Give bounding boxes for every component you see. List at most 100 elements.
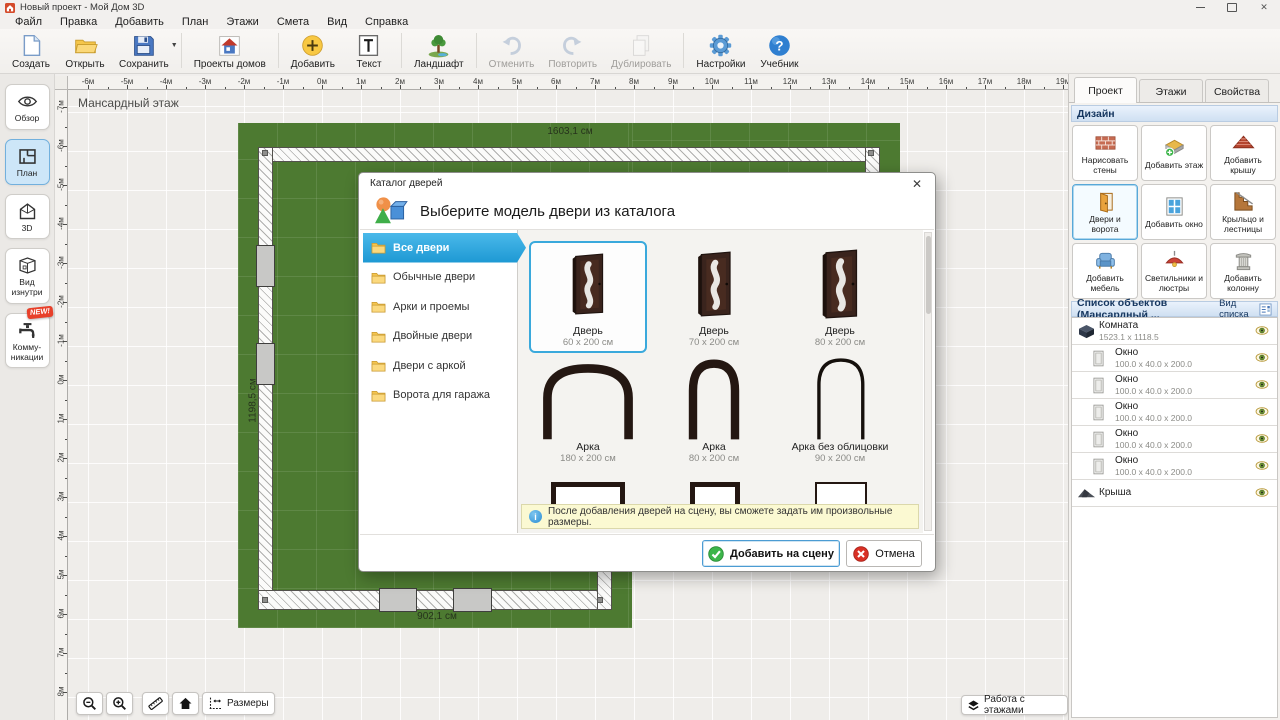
door-item-1[interactable]: Дверь60 x 200 см: [529, 241, 647, 353]
scrollbar-thumb[interactable]: [926, 236, 931, 314]
sidebar-item-plan[interactable]: План: [5, 139, 50, 185]
wall-corner-handle[interactable]: [262, 150, 268, 156]
close-button[interactable]: ✕: [1248, 0, 1280, 15]
window-object[interactable]: [256, 245, 275, 287]
category-double-doors[interactable]: Двойные двери: [363, 322, 523, 352]
design-button-add-roof[interactable]: Добавить крышу: [1210, 125, 1276, 181]
tab-properties[interactable]: Свойства: [1205, 79, 1269, 103]
undo-button[interactable]: Отменить: [482, 30, 542, 71]
object-name: Комната: [1099, 320, 1159, 332]
landscape-button[interactable]: Ландшафт: [407, 30, 471, 71]
measure-button[interactable]: [142, 692, 169, 715]
door-item-2[interactable]: Дверь70 x 200 см: [655, 241, 773, 353]
settings-button[interactable]: Настройки: [689, 30, 752, 71]
visibility-eye-icon[interactable]: [1255, 379, 1269, 390]
category-garage-gates[interactable]: Ворота для гаража: [363, 381, 523, 411]
visibility-eye-icon[interactable]: [1255, 406, 1269, 417]
wall-bottom[interactable]: [258, 590, 612, 610]
menu-item-file[interactable]: Файл: [6, 16, 51, 28]
sidebar-item-3d[interactable]: 3D: [5, 194, 50, 240]
minimize-button[interactable]: [1184, 0, 1216, 15]
home-button[interactable]: [172, 692, 199, 715]
add-to-scene-button[interactable]: Добавить на сцену: [702, 540, 840, 567]
redo-button[interactable]: Повторить: [541, 30, 604, 71]
window-object[interactable]: [453, 588, 492, 612]
design-button-add-furniture[interactable]: Добавить мебель: [1072, 243, 1138, 299]
ruler-tick-minor: [186, 87, 187, 90]
object-row-окно-3[interactable]: Окно100.0 x 40.0 x 200.0: [1072, 399, 1277, 426]
object-row-окно-1[interactable]: Окно100.0 x 40.0 x 200.0: [1072, 345, 1277, 372]
create-button[interactable]: Создать: [4, 30, 58, 71]
visibility-eye-icon[interactable]: [1255, 325, 1269, 336]
category-doors-with-arch[interactable]: Двери с аркой: [363, 351, 523, 381]
design-button-draw-walls[interactable]: Нарисовать стены: [1072, 125, 1138, 181]
object-row-окно-2[interactable]: Окно100.0 x 40.0 x 200.0: [1072, 372, 1277, 399]
tab-floors[interactable]: Этажи: [1139, 79, 1203, 103]
add-button[interactable]: Добавить: [284, 30, 342, 71]
object-row-окно-4[interactable]: Окно100.0 x 40.0 x 200.0: [1072, 426, 1277, 453]
menu-item-floors[interactable]: Этажи: [217, 16, 267, 28]
design-button-porch-stairs[interactable]: Крыльцо и лестницы: [1210, 184, 1276, 240]
dropdown-arrow-icon[interactable]: ▼: [171, 42, 178, 49]
object-row-комната-0[interactable]: Комната1523.1 x 1118.5: [1072, 318, 1277, 345]
zoom-in-button[interactable]: [106, 692, 133, 715]
menu-item-insert[interactable]: Добавить: [106, 16, 173, 28]
design-button-lights[interactable]: Светильники и люстры: [1141, 243, 1207, 299]
open-button[interactable]: Открыть: [58, 30, 112, 71]
menu-item-help[interactable]: Справка: [356, 16, 417, 28]
door-item-6[interactable]: Арка без облицовки90 x 200 см: [781, 357, 899, 469]
house-projects-icon: [217, 33, 242, 58]
door-item-3[interactable]: Дверь80 x 200 см: [781, 241, 899, 353]
menu-item-estimate[interactable]: Смета: [268, 16, 318, 28]
text-button[interactable]: Текст: [342, 30, 396, 71]
sidebar-item-communications[interactable]: Комму- никацииNEW!: [5, 313, 50, 369]
category-regular-doors[interactable]: Обычные двери: [363, 263, 523, 293]
house-projects-button[interactable]: Проекты домов: [187, 30, 273, 71]
door-item-4[interactable]: Арка180 x 200 см: [529, 357, 647, 469]
design-button-doors-gates[interactable]: Двери и ворота: [1072, 184, 1138, 240]
cancel-button[interactable]: Отмена: [846, 540, 922, 567]
sidebar-item-interior[interactable]: Вид изнутри: [5, 248, 50, 304]
wall-corner-handle[interactable]: [262, 597, 268, 603]
ruler-label: 7м: [57, 640, 66, 666]
visibility-eye-icon[interactable]: [1255, 433, 1269, 444]
home-icon: [178, 696, 193, 711]
maximize-button[interactable]: [1216, 0, 1248, 15]
design-button-add-window[interactable]: Добавить окно: [1141, 184, 1207, 240]
ruler-label: 10м: [705, 77, 719, 86]
x-circle-icon: [853, 546, 869, 562]
menu-item-view[interactable]: Вид: [318, 16, 356, 28]
menu-item-plan[interactable]: План: [173, 16, 218, 28]
window-object[interactable]: [379, 588, 417, 612]
tab-project[interactable]: Проект: [1074, 77, 1137, 103]
door-item-5[interactable]: Арка80 x 200 см: [655, 357, 773, 469]
work-with-floors-button[interactable]: Работа с этажами: [961, 695, 1068, 715]
ruler-label: 17м: [978, 77, 992, 86]
save-button[interactable]: Сохранить▼: [112, 30, 176, 71]
design-button-add-column[interactable]: Добавить колонну: [1210, 243, 1276, 299]
window-object[interactable]: [256, 343, 275, 385]
object-row-окно-5[interactable]: Окно100.0 x 40.0 x 200.0: [1072, 453, 1277, 480]
duplicate-button[interactable]: Дублировать: [604, 30, 678, 71]
dimensions-button[interactable]: Размеры: [202, 692, 275, 715]
tutorial-button[interactable]: ?Учебник: [752, 30, 806, 71]
wall-corner-handle[interactable]: [868, 150, 874, 156]
visibility-eye-icon[interactable]: [1255, 487, 1269, 498]
ruler-label: 4м: [473, 77, 483, 86]
category-all-doors[interactable]: Все двери: [363, 233, 526, 263]
visibility-eye-icon[interactable]: [1255, 352, 1269, 363]
sidebar-item-overview[interactable]: Обзор: [5, 84, 50, 130]
window-frame-icon: [1093, 431, 1104, 448]
dialog-close-icon[interactable]: ✕: [909, 176, 925, 192]
wall-corner-handle[interactable]: [597, 597, 603, 603]
measure-ruler-icon: [148, 696, 163, 711]
category-arches-openings[interactable]: Арки и проемы: [363, 292, 523, 322]
wall-top[interactable]: [258, 147, 880, 162]
zoom-out-button[interactable]: [76, 692, 103, 715]
design-button-add-floor[interactable]: Добавить этаж: [1141, 125, 1207, 181]
menu-item-edit[interactable]: Правка: [51, 16, 106, 28]
horizontal-ruler: -6м-5м-4м-3м-2м-1м0м1м2м3м4м5м6м7м8м9м10…: [68, 76, 1068, 90]
items-scrollbar[interactable]: [924, 232, 932, 531]
visibility-eye-icon[interactable]: [1255, 460, 1269, 471]
object-row-крыша-6[interactable]: Крыша: [1072, 480, 1277, 507]
